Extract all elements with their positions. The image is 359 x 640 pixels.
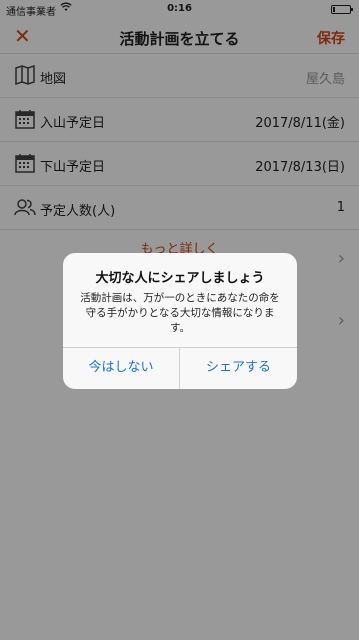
- share-button[interactable]: シェアする: [180, 348, 297, 389]
- alert-message: 活動計画は、万が一のときにあなたの命を守る手がかりとなる大切な情報になります。: [80, 292, 280, 334]
- alert-title: 大切な人にシェアしましょう: [95, 271, 265, 286]
- alert-button-bar: 今はしない シェアする: [63, 347, 297, 389]
- not-now-button[interactable]: 今はしない: [63, 348, 180, 389]
- share-alert-dialog: 大切な人にシェアしましょう 活動計画は、万が一のときにあなたの命を守る手がかりと…: [63, 253, 297, 389]
